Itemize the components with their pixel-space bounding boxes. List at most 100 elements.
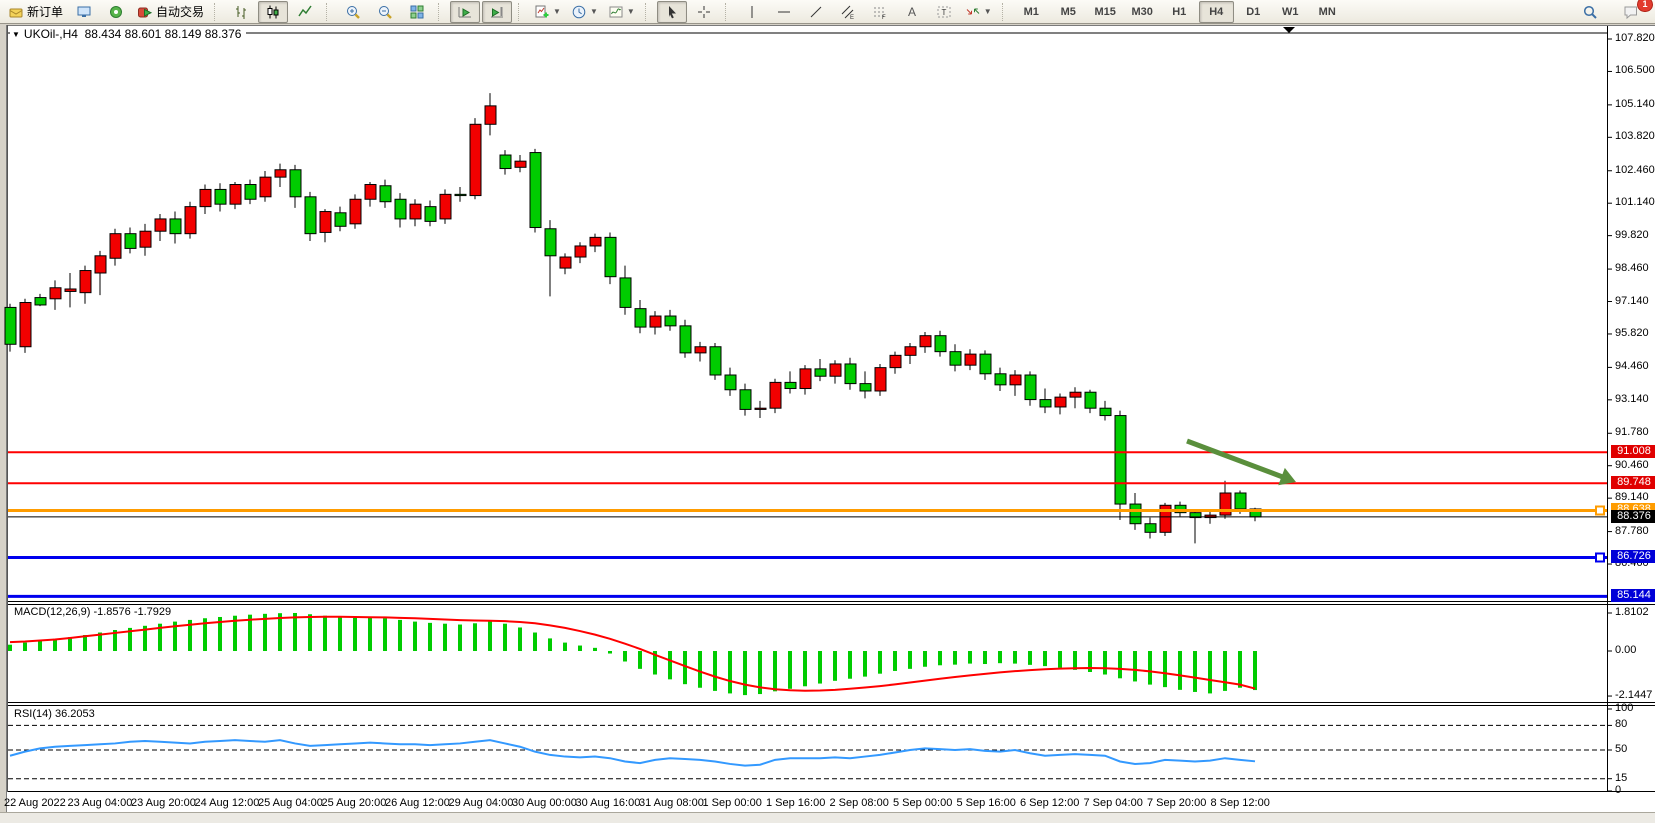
- candle[interactable]: [980, 354, 991, 374]
- candle[interactable]: [560, 257, 571, 268]
- timeframe-h1-button[interactable]: H1: [1162, 1, 1197, 23]
- candle[interactable]: [785, 382, 796, 388]
- timeframe-h4-button[interactable]: H4: [1199, 1, 1234, 23]
- candle[interactable]: [320, 212, 331, 233]
- candle[interactable]: [80, 271, 91, 293]
- chart-canvas[interactable]: [0, 0, 1655, 822]
- candle[interactable]: [845, 364, 856, 384]
- candle[interactable]: [440, 194, 451, 219]
- candle[interactable]: [1025, 375, 1036, 400]
- candle[interactable]: [1040, 400, 1051, 407]
- candle[interactable]: [95, 256, 106, 273]
- tile-windows-button[interactable]: [402, 1, 432, 23]
- candle[interactable]: [290, 170, 301, 197]
- candle[interactable]: [1010, 375, 1021, 385]
- signals-button[interactable]: [101, 1, 131, 23]
- candle[interactable]: [335, 213, 346, 227]
- candle[interactable]: [830, 364, 841, 376]
- chat-button[interactable]: 1: [1616, 1, 1646, 23]
- candle[interactable]: [875, 368, 886, 391]
- candle[interactable]: [605, 237, 616, 276]
- candle[interactable]: [1100, 408, 1111, 415]
- candle[interactable]: [740, 390, 751, 410]
- candle[interactable]: [590, 237, 601, 246]
- new-order-button[interactable]: 新订单: [4, 1, 67, 23]
- profiles-button[interactable]: ▼: [567, 1, 602, 23]
- candle[interactable]: [515, 161, 526, 167]
- candle[interactable]: [995, 374, 1006, 385]
- candle[interactable]: [860, 384, 871, 391]
- candle[interactable]: [185, 207, 196, 234]
- candle[interactable]: [455, 194, 466, 195]
- candle[interactable]: [725, 375, 736, 390]
- candle[interactable]: [950, 352, 961, 366]
- candle[interactable]: [935, 336, 946, 352]
- candle[interactable]: [230, 185, 241, 205]
- candle[interactable]: [545, 229, 556, 256]
- candle[interactable]: [170, 219, 181, 234]
- chevron-down-icon[interactable]: ▼: [627, 8, 635, 16]
- cursor-button[interactable]: [657, 1, 687, 23]
- candle[interactable]: [770, 382, 781, 408]
- candle[interactable]: [365, 185, 376, 200]
- candle[interactable]: [665, 316, 676, 326]
- candle[interactable]: [305, 197, 316, 234]
- candle[interactable]: [245, 185, 256, 200]
- candle[interactable]: [1145, 524, 1156, 533]
- candle[interactable]: [1085, 392, 1096, 408]
- auto-scroll-button[interactable]: [450, 1, 480, 23]
- candle[interactable]: [1055, 397, 1066, 407]
- candle[interactable]: [215, 189, 226, 204]
- candlestick-chart-button[interactable]: [258, 1, 288, 23]
- vertical-line-button[interactable]: [737, 1, 767, 23]
- candle[interactable]: [50, 288, 61, 299]
- candle[interactable]: [410, 204, 421, 219]
- candle[interactable]: [110, 234, 121, 259]
- indicators-button[interactable]: ▼: [604, 1, 639, 23]
- candle[interactable]: [1130, 504, 1141, 524]
- shapes-button[interactable]: ▼: [961, 1, 996, 23]
- trend-arrow-annotation[interactable]: [1187, 441, 1287, 478]
- market-watch-button[interactable]: [69, 1, 99, 23]
- candle[interactable]: [500, 155, 511, 169]
- candle[interactable]: [815, 369, 826, 376]
- timeframe-m1-button[interactable]: M1: [1014, 1, 1049, 23]
- candle[interactable]: [1235, 493, 1246, 509]
- candle[interactable]: [200, 189, 211, 206]
- text-label-button[interactable]: T: [929, 1, 959, 23]
- candle[interactable]: [5, 307, 16, 344]
- candle[interactable]: [425, 207, 436, 222]
- candle[interactable]: [965, 354, 976, 365]
- fibonacci-button[interactable]: F: [865, 1, 895, 23]
- candle[interactable]: [800, 369, 811, 389]
- timeframe-m5-button[interactable]: M5: [1051, 1, 1086, 23]
- candle[interactable]: [1070, 392, 1081, 397]
- chevron-down-icon[interactable]: ▼: [590, 8, 598, 16]
- candle[interactable]: [125, 234, 136, 249]
- bar-chart-button[interactable]: [226, 1, 256, 23]
- timeframe-w1-button[interactable]: W1: [1273, 1, 1308, 23]
- timeframe-mn-button[interactable]: MN: [1310, 1, 1345, 23]
- candle[interactable]: [650, 316, 661, 327]
- candle[interactable]: [380, 186, 391, 202]
- candle[interactable]: [890, 355, 901, 367]
- search-button[interactable]: [1575, 1, 1605, 23]
- chart-shift-marker[interactable]: [1283, 27, 1295, 33]
- candle[interactable]: [35, 298, 46, 305]
- candle[interactable]: [920, 336, 931, 347]
- chevron-down-icon[interactable]: ▼: [553, 8, 561, 16]
- zoom-in-button[interactable]: [338, 1, 368, 23]
- candle[interactable]: [65, 289, 76, 291]
- auto-trading-button[interactable]: 自动交易: [133, 1, 208, 23]
- horizontal-line-button[interactable]: [769, 1, 799, 23]
- candle[interactable]: [485, 106, 496, 124]
- candle[interactable]: [140, 231, 151, 247]
- candle[interactable]: [620, 278, 631, 307]
- candle[interactable]: [470, 124, 481, 195]
- candle[interactable]: [395, 199, 406, 219]
- candle[interactable]: [575, 246, 586, 257]
- candle[interactable]: [695, 347, 706, 353]
- text-button[interactable]: A: [897, 1, 927, 23]
- candle[interactable]: [710, 347, 721, 375]
- timeframe-m30-button[interactable]: M30: [1125, 1, 1160, 23]
